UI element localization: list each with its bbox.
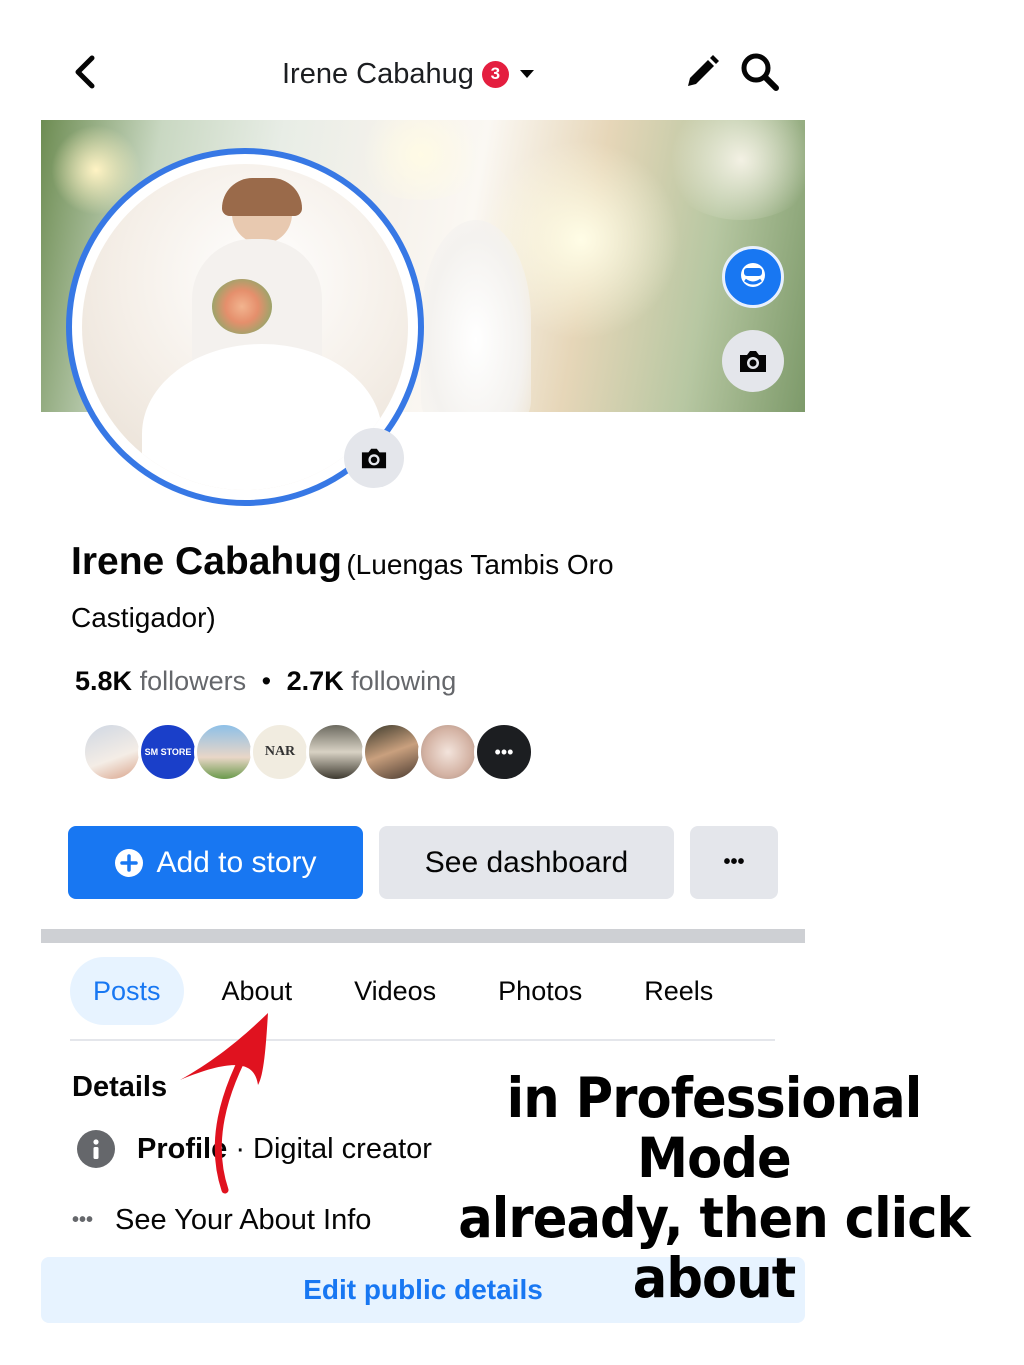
friend-avatar[interactable] <box>194 722 254 782</box>
edit-profile-button[interactable] <box>680 52 722 92</box>
see-dashboard-button[interactable]: See dashboard <box>379 826 674 899</box>
avatar-icon <box>741 263 765 287</box>
chandelier-light <box>661 120 805 220</box>
camera-icon <box>361 448 387 469</box>
chandelier-light <box>351 120 491 200</box>
friends-avatar-row: SM STORE NAR ••• <box>82 722 534 782</box>
ellipsis-icon: ••• <box>72 1209 94 1231</box>
info-icon <box>77 1130 115 1168</box>
search-icon <box>741 53 779 91</box>
profile-name: Irene Cabahug <box>71 540 342 583</box>
friend-avatar[interactable] <box>306 722 366 782</box>
cover-camera-button[interactable] <box>722 330 784 392</box>
friend-avatar-nar[interactable]: NAR <box>250 722 310 782</box>
plus-circle-icon <box>115 848 144 877</box>
header-title: Irene Cabahug <box>282 57 474 90</box>
annotation-line-2: already, then click <box>458 1186 970 1250</box>
add-to-story-button[interactable]: Add to story <box>68 826 363 899</box>
more-friends-button[interactable]: ••• <box>474 722 534 782</box>
see-about-info-row[interactable]: ••• See Your About Info <box>72 1204 371 1237</box>
annotation-line-3: about <box>632 1246 796 1310</box>
friend-avatar[interactable] <box>362 722 422 782</box>
stats-separator: • <box>261 666 272 696</box>
camera-icon <box>740 351 766 372</box>
follow-stats: 5.8K followers • 2.7K following <box>75 666 456 697</box>
following-count[interactable]: 2.7K <box>287 666 344 696</box>
profile-name-block: Irene Cabahug (Luengas Tambis Oro Castig… <box>71 538 711 647</box>
section-divider <box>41 929 805 943</box>
notification-badge: 3 <box>481 60 509 88</box>
following-label[interactable]: following <box>351 666 456 696</box>
followers-count[interactable]: 5.8K <box>75 666 132 696</box>
profile-camera-button[interactable] <box>344 428 404 488</box>
add-to-story-label: Add to story <box>156 845 317 879</box>
chevron-left-icon <box>75 55 95 89</box>
annotation-text: in Professional Mode already, then click… <box>435 1068 993 1308</box>
profile-switcher[interactable]: Irene Cabahug 3 <box>282 54 537 94</box>
ellipsis-icon: ••• <box>723 851 745 873</box>
see-about-info-label: See Your About Info <box>115 1204 372 1236</box>
pencil-icon <box>688 55 719 86</box>
followers-label[interactable]: followers <box>140 666 247 696</box>
search-button[interactable] <box>738 50 782 94</box>
red-arrow-annotation <box>180 1013 268 1194</box>
bride-figure <box>421 220 531 412</box>
caret-down-icon <box>519 70 534 78</box>
back-button[interactable] <box>68 52 104 92</box>
friend-avatar-sm-store[interactable]: SM STORE <box>138 722 198 782</box>
see-dashboard-label: See dashboard <box>424 845 629 879</box>
annotation-line-1: in Professional Mode <box>506 1066 923 1190</box>
more-options-button[interactable]: ••• <box>690 826 778 899</box>
friend-avatar[interactable] <box>418 722 478 782</box>
tab-videos[interactable]: Videos <box>354 957 436 1025</box>
friend-avatar[interactable] <box>82 722 142 782</box>
avatar-button[interactable] <box>722 246 784 308</box>
tab-photos[interactable]: Photos <box>498 957 582 1025</box>
tab-reels[interactable]: Reels <box>644 957 713 1025</box>
details-heading: Details <box>72 1071 168 1103</box>
